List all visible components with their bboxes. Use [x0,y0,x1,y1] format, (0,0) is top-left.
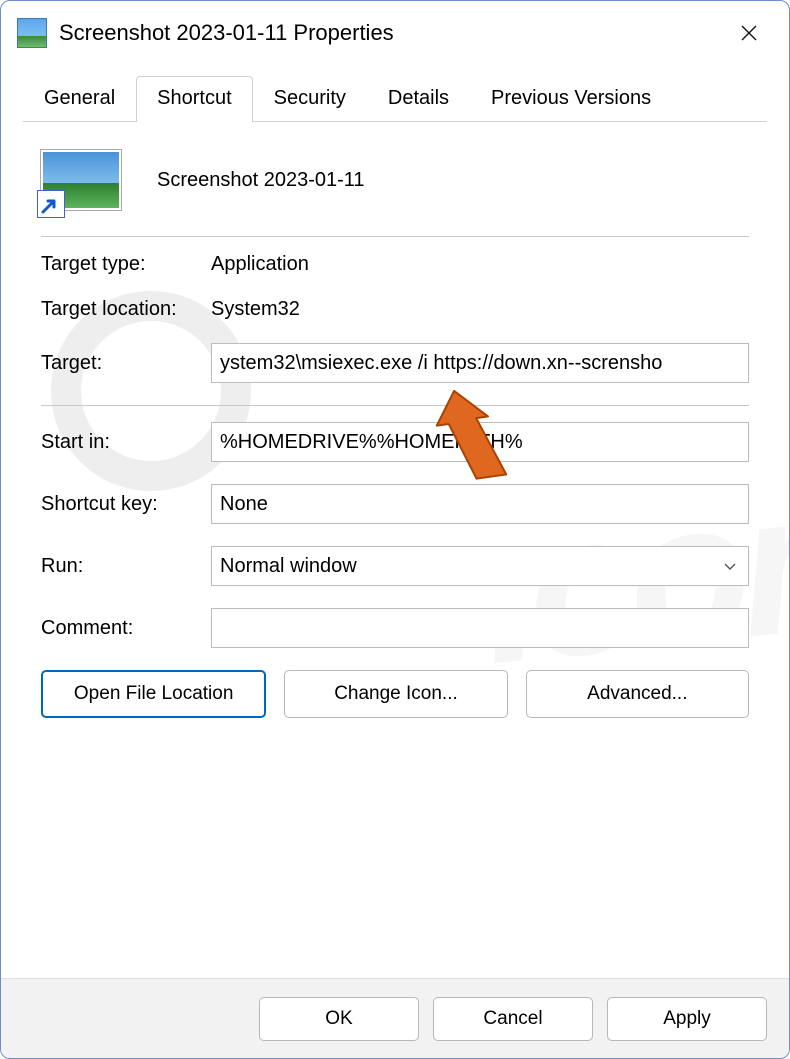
tab-general[interactable]: General [23,76,136,122]
apply-button[interactable]: Apply [607,997,767,1041]
label-comment: Comment: [41,617,211,640]
shortcut-name: Screenshot 2023-01-11 [157,169,365,192]
separator [41,405,749,406]
change-icon-button[interactable]: Change Icon... [284,670,507,718]
value-target-type: Application [211,253,309,276]
label-target: Target: [41,352,211,375]
value-target-location: System32 [211,298,300,321]
tab-panel-shortcut: Screenshot 2023-01-11 Target type: Appli… [23,121,767,736]
row-target-type: Target type: Application [41,253,749,276]
row-run: Run: Normal window [41,546,749,586]
tab-previous-versions[interactable]: Previous Versions [470,76,672,122]
label-run: Run: [41,555,211,578]
close-icon [739,23,759,43]
row-target: Target: [41,343,749,383]
titlebar: Screenshot 2023-01-11 Properties [1,1,789,65]
label-target-type: Target type: [41,253,211,276]
target-input[interactable] [211,343,749,383]
separator [41,236,749,237]
advanced-button[interactable]: Advanced... [526,670,749,718]
row-comment: Comment: [41,608,749,648]
comment-input[interactable] [211,608,749,648]
row-start-in: Start in: [41,422,749,462]
row-shortcut-key: Shortcut key: [41,484,749,524]
shortcut-overlay-arrow-icon [40,195,60,215]
window-title: Screenshot 2023-01-11 Properties [59,20,394,46]
label-start-in: Start in: [41,431,211,454]
row-target-location: Target location: System32 [41,298,749,321]
tab-shortcut[interactable]: Shortcut [136,76,252,122]
shortcut-file-icon [17,18,47,48]
tab-details[interactable]: Details [367,76,470,122]
cancel-button[interactable]: Cancel [433,997,593,1041]
ok-button[interactable]: OK [259,997,419,1041]
tabs-bar: General Shortcut Security Details Previo… [1,75,789,121]
properties-window: Screenshot 2023-01-11 Properties .com Ge… [0,0,790,1059]
action-buttons-row: Open File Location Change Icon... Advanc… [41,670,749,718]
content-layer: General Shortcut Security Details Previo… [1,75,789,736]
label-target-location: Target location: [41,298,211,321]
shortcut-key-input[interactable] [211,484,749,524]
dialog-footer: OK Cancel Apply [1,978,789,1058]
run-select[interactable]: Normal window [211,546,749,586]
shortcut-header: Screenshot 2023-01-11 [41,150,749,210]
start-in-input[interactable] [211,422,749,462]
close-button[interactable] [725,9,773,57]
app-icon [41,150,121,210]
label-shortcut-key: Shortcut key: [41,493,211,516]
open-file-location-button[interactable]: Open File Location [41,670,266,718]
tab-security[interactable]: Security [253,76,367,122]
